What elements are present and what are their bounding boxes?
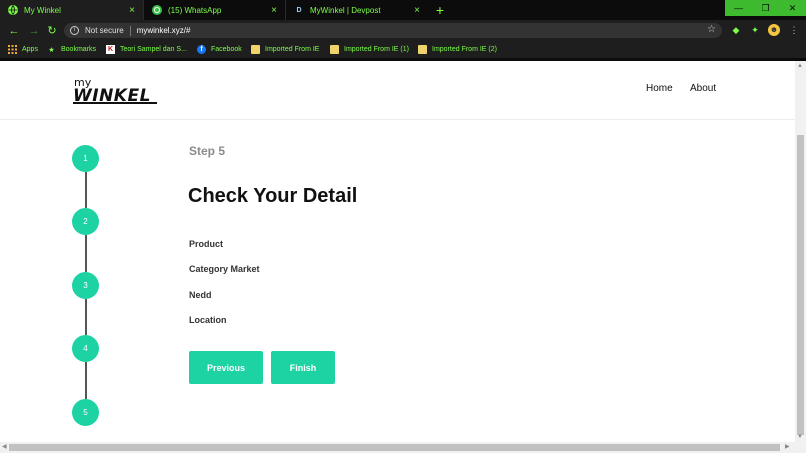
address-bar[interactable]: i Not secure mywinkel.xyz/# ☆ <box>64 23 722 38</box>
field-need: Nedd <box>189 290 212 300</box>
bookmark-bookmarks[interactable]: ★ Bookmarks <box>47 41 96 58</box>
page-title: Check Your Detail <box>188 185 358 207</box>
bookmark-label: Bookmarks <box>61 46 97 53</box>
bookmark-facebook[interactable]: f Facebook <box>197 41 242 58</box>
bookmark-label: Imported From IE (2) <box>432 46 497 53</box>
bookmarks-bar: Apps ★ Bookmarks K Teori Sampel dan S...… <box>0 41 806 58</box>
tab-close-icon[interactable]: × <box>414 5 420 16</box>
arrow-left-icon: ← <box>8 25 20 37</box>
nav-about[interactable]: About <box>690 83 716 94</box>
site-header: my WINKEL Home About <box>0 61 795 120</box>
site-logo[interactable]: my WINKEL <box>73 76 163 106</box>
scroll-up-icon[interactable]: ▲ <box>797 63 803 69</box>
bookmark-label: Imported From IE <box>265 46 320 53</box>
menu-icon[interactable]: ⋮ <box>788 24 800 36</box>
progress-stepper: 1 2 3 4 5 <box>72 145 100 429</box>
previous-button[interactable]: Previous <box>189 351 263 384</box>
stepper-connector <box>85 235 87 272</box>
url-text[interactable]: mywinkel.xyz/# <box>137 26 191 35</box>
bookmark-imported-ie-2[interactable]: Imported From IE (2) <box>418 41 497 58</box>
security-indicator: Not secure <box>85 26 124 35</box>
step-indicator-5: 5 <box>72 399 99 426</box>
new-tab-button[interactable]: + <box>432 2 448 18</box>
field-location: Location <box>189 315 227 325</box>
folder-icon <box>418 45 427 54</box>
stepper-connector <box>85 362 87 399</box>
page-icon: K <box>106 45 115 54</box>
finish-button[interactable]: Finish <box>271 351 335 384</box>
tab-whatsapp[interactable]: (15) WhatsApp × <box>144 0 286 20</box>
folder-icon <box>251 45 260 54</box>
bookmark-label: Imported From IE (1) <box>344 46 409 53</box>
step-indicator-4: 4 <box>72 335 99 362</box>
logo-underline <box>73 102 157 104</box>
tab-devpost[interactable]: D MyWinkel | Devpost × <box>286 0 428 20</box>
step-indicator-1: 1 <box>72 145 99 172</box>
browser-toolbar: ← → ↻ i Not secure mywinkel.xyz/# ☆ ◆ ✦ … <box>0 20 806 41</box>
star-icon: ★ <box>48 46 55 54</box>
tab-strip: My Winkel × (15) WhatsApp × D MyWinkel |… <box>0 0 806 20</box>
bookmark-apps[interactable]: Apps <box>8 41 38 58</box>
reload-icon: ↻ <box>47 25 57 37</box>
nav-home[interactable]: Home <box>646 83 673 94</box>
bookmark-imported-ie-1[interactable]: Imported From IE (1) <box>330 41 409 58</box>
bookmark-label: Apps <box>22 46 38 53</box>
forward-button[interactable]: → <box>26 23 42 39</box>
tab-close-icon[interactable]: × <box>129 5 135 16</box>
bookmark-star-icon[interactable]: ☆ <box>707 24 716 35</box>
tab-title: MyWinkel | Devpost <box>310 5 381 15</box>
stepper-connector <box>85 299 87 335</box>
field-product: Product <box>189 239 224 249</box>
vertical-scrollbar[interactable]: ▲ ▼ <box>795 61 806 442</box>
stepper-connector <box>85 172 87 208</box>
apps-grid-icon <box>8 45 17 54</box>
folder-icon <box>330 45 339 54</box>
step-indicator-3: 3 <box>72 272 99 299</box>
minimize-button[interactable]: — <box>725 0 752 16</box>
bookmark-label: Teori Sampel dan S... <box>120 46 187 53</box>
avatar[interactable]: ☻ <box>768 24 780 36</box>
horizontal-scrollbar[interactable]: ◀ ▶ <box>0 442 806 453</box>
extension-icon[interactable]: ◆ <box>730 24 742 36</box>
puzzle-icon[interactable]: ✦ <box>749 24 761 36</box>
bookmark-teori-sampel[interactable]: K Teori Sampel dan S... <box>106 41 187 58</box>
tab-my-winkel[interactable]: My Winkel × <box>0 0 144 20</box>
vertical-scroll-thumb[interactable] <box>797 135 804 435</box>
info-icon[interactable]: i <box>70 26 79 35</box>
step-label: Step 5 <box>189 144 226 158</box>
horizontal-scroll-thumb[interactable] <box>9 444 780 451</box>
whatsapp-icon <box>152 5 162 15</box>
divider <box>129 25 131 36</box>
back-button[interactable]: ← <box>6 23 22 39</box>
tab-title: (15) WhatsApp <box>168 5 222 15</box>
reload-button[interactable]: ↻ <box>44 23 60 39</box>
devpost-icon: D <box>296 6 302 14</box>
scroll-left-icon[interactable]: ◀ <box>2 443 7 450</box>
bookmark-label: Facebook <box>211 46 242 53</box>
arrow-right-icon: → <box>28 25 40 37</box>
bookmark-imported-ie[interactable]: Imported From IE <box>251 41 319 58</box>
tab-close-icon[interactable]: × <box>271 5 277 16</box>
scroll-right-icon[interactable]: ▶ <box>785 443 790 450</box>
tab-title: My Winkel <box>24 5 61 15</box>
step-indicator-2: 2 <box>72 208 99 235</box>
field-category-market: Category Market <box>189 264 260 274</box>
scroll-down-icon[interactable]: ▼ <box>797 434 803 440</box>
facebook-icon: f <box>197 45 206 54</box>
close-window-button[interactable]: ✕ <box>779 0 806 16</box>
globe-icon <box>8 5 18 15</box>
maximize-button[interactable]: ❐ <box>752 0 779 16</box>
